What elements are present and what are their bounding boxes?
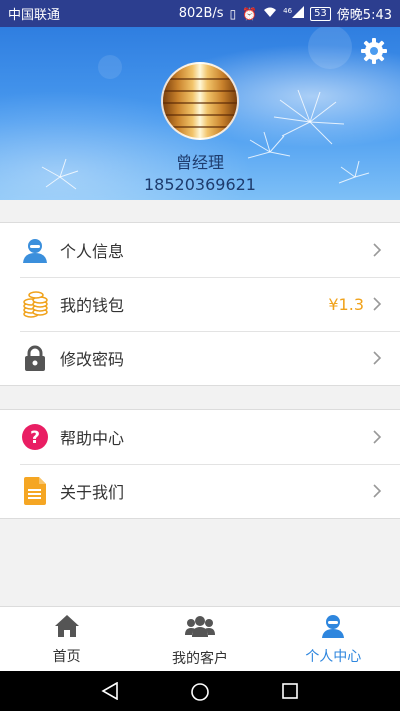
recents-square-icon[interactable] xyxy=(281,682,299,700)
person-icon xyxy=(322,615,345,638)
system-nav-bar xyxy=(0,671,400,711)
menu-label: 个人信息 xyxy=(60,242,125,261)
avatar[interactable] xyxy=(161,62,239,140)
document-icon xyxy=(21,477,49,505)
tab-label: 首页 xyxy=(52,649,81,665)
home-circle-icon[interactable] xyxy=(190,682,210,702)
menu-label: 帮助中心 xyxy=(60,429,125,448)
signal-icon: 46 xyxy=(283,6,305,21)
menu-group-account: 个人信息 我的钱包 ¥1.3 修改密码 xyxy=(0,222,400,386)
help-icon: ? xyxy=(21,423,49,451)
menu-item-change-password[interactable]: 修改密码 xyxy=(0,331,400,385)
clock-text: 傍晚5:43 xyxy=(336,8,392,23)
group-icon xyxy=(184,616,215,637)
menu-item-help-center[interactable]: ? 帮助中心 xyxy=(0,410,400,464)
user-name: 曾经理 xyxy=(175,153,224,172)
alarm-icon: ⏰ xyxy=(242,6,258,21)
battery-icon: 53 xyxy=(310,6,331,21)
menu-group-info: ? 帮助中心 关于我们 xyxy=(0,409,400,519)
network-speed: 802B/s xyxy=(178,6,224,21)
coins-icon xyxy=(21,290,49,318)
menu-label: 我的钱包 xyxy=(60,296,125,315)
chevron-right-icon xyxy=(373,484,382,498)
tab-label: 我的客户 xyxy=(171,651,228,667)
wallet-balance: ¥1.3 xyxy=(328,294,364,314)
menu-item-personal-info[interactable]: 个人信息 xyxy=(0,223,400,277)
bottom-nav: 首页 我的客户 个人中心 xyxy=(0,606,400,671)
lock-icon xyxy=(21,344,49,372)
status-indicators: 802B/s ▯ ⏰ 46 53 傍晚5:43 xyxy=(179,4,392,23)
profile-header: 曾经理 18520369621 xyxy=(0,27,400,200)
menu-item-wallet[interactable]: 我的钱包 ¥1.3 xyxy=(0,277,400,331)
tab-my-customers[interactable]: 我的客户 xyxy=(133,607,266,671)
svg-text:?: ? xyxy=(30,428,40,448)
chevron-right-icon xyxy=(373,351,382,365)
chevron-right-icon xyxy=(373,430,382,444)
menu-label: 关于我们 xyxy=(60,483,125,502)
home-icon xyxy=(54,615,79,637)
settings-gear-icon[interactable] xyxy=(360,37,388,65)
tab-personal-center[interactable]: 个人中心 xyxy=(267,607,400,671)
menu-item-about-us[interactable]: 关于我们 xyxy=(0,464,400,518)
chevron-right-icon xyxy=(373,243,382,257)
chevron-right-icon xyxy=(373,297,382,311)
wifi-icon xyxy=(263,6,277,21)
back-triangle-icon[interactable] xyxy=(101,682,119,700)
status-bar: 中国联通 802B/s ▯ ⏰ 46 53 傍晚5:43 xyxy=(0,0,400,27)
person-icon xyxy=(21,236,49,264)
vibrate-icon: ▯ xyxy=(229,6,237,21)
carrier-text: 中国联通 xyxy=(8,8,61,23)
tab-label: 个人中心 xyxy=(305,649,362,665)
menu-label: 修改密码 xyxy=(60,350,125,369)
user-phone: 18520369621 xyxy=(144,175,256,194)
tab-home[interactable]: 首页 xyxy=(0,607,133,671)
